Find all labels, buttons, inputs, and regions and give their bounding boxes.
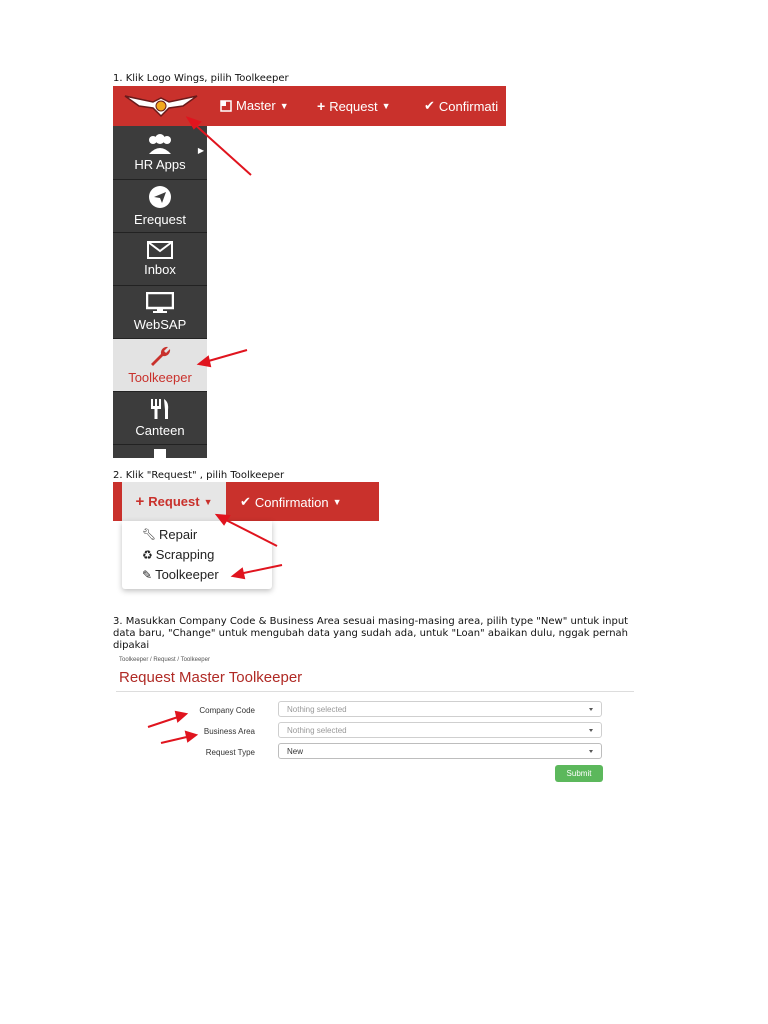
sidebar-label: Inbox bbox=[144, 262, 176, 277]
menu-item-repair[interactable]: 🔧︎ Repair bbox=[142, 527, 197, 542]
caret-down-icon: ▼ bbox=[381, 101, 391, 111]
wrench-icon bbox=[151, 346, 171, 366]
sidebar-label: WebSAP bbox=[133, 317, 187, 332]
caret-down-icon: ▼ bbox=[332, 497, 342, 507]
nav-request-label: Request bbox=[148, 494, 200, 509]
step-3-text-line-2: data baru, "Change" untuk mengubah data … bbox=[113, 628, 629, 639]
company-code-select[interactable]: Nothing selected bbox=[278, 701, 602, 717]
caret-down-icon bbox=[589, 729, 593, 732]
sidebar-item-hr-apps[interactable]: HR Apps ▶ bbox=[113, 126, 207, 180]
page-title: Request Master Toolkeeper bbox=[119, 669, 303, 686]
check-icon: ✔ bbox=[240, 494, 251, 509]
step-3-text-line-1: 3. Masukkan Company Code & Business Area… bbox=[113, 616, 629, 627]
arrow-to-company-code bbox=[147, 715, 182, 728]
breadcrumb: Toolkeeper / Request / Toolkeeper bbox=[119, 657, 210, 663]
sidebar-label: Toolkeeper bbox=[128, 370, 192, 385]
edit-icon: ✎ bbox=[142, 567, 153, 582]
sidebar-label: Canteen bbox=[135, 423, 185, 438]
request-type-label: Request Type bbox=[205, 748, 255, 757]
users-icon bbox=[149, 133, 171, 154]
nav-master[interactable]: Master ▼ bbox=[220, 98, 289, 113]
nav-request-open[interactable]: + Request ▼ bbox=[122, 482, 226, 521]
caret-down-icon: ▼ bbox=[203, 496, 213, 507]
recycle-icon: ♻ bbox=[142, 547, 153, 562]
arrow-to-business-area bbox=[160, 735, 192, 744]
plus-icon: + bbox=[135, 493, 145, 510]
nav-confirmation-label: Confirmati bbox=[438, 98, 499, 114]
caret-down-icon bbox=[589, 750, 593, 753]
submit-button[interactable]: Submit bbox=[555, 765, 603, 782]
cutlery-icon bbox=[151, 399, 169, 419]
title-divider bbox=[116, 691, 634, 692]
sidebar-item-websap[interactable]: WebSAP bbox=[113, 286, 207, 339]
wings-logo[interactable] bbox=[123, 92, 199, 120]
grid-icon bbox=[220, 99, 232, 112]
business-area-label: Business Area bbox=[203, 727, 255, 736]
menu-item-toolkeeper[interactable]: ✎ Toolkeeper bbox=[142, 567, 219, 582]
nav-master-label: Master bbox=[236, 98, 276, 113]
sidebar-label: HR Apps bbox=[134, 156, 186, 172]
nav-confirmation[interactable]: ✔ Confirmation ▼ bbox=[240, 494, 342, 510]
wrench-icon: 🔧︎ bbox=[142, 529, 156, 541]
caret-down-icon bbox=[589, 708, 593, 711]
sidebar-label: Erequest bbox=[133, 212, 187, 227]
step-2-text: 2. Klik "Request" , pilih Toolkeeper bbox=[113, 470, 285, 481]
envelope-icon bbox=[147, 241, 173, 259]
top-navbar: Master ▼ + Request ▼ ✔ Confirmati bbox=[113, 86, 506, 126]
plus-icon: + bbox=[317, 98, 326, 114]
monitor-icon bbox=[146, 292, 174, 313]
sidebar-item-inbox[interactable]: Inbox bbox=[113, 233, 207, 286]
check-icon: ✔ bbox=[424, 98, 435, 113]
request-type-select[interactable]: New bbox=[278, 743, 602, 759]
sidebar-item-canteen[interactable]: Canteen bbox=[113, 392, 207, 445]
nav-request[interactable]: + Request ▼ bbox=[317, 98, 391, 114]
nav-confirmation-label: Confirmation bbox=[254, 494, 329, 510]
send-icon bbox=[149, 186, 171, 208]
caret-down-icon: ▼ bbox=[279, 100, 289, 111]
caret-right-icon: ▶ bbox=[197, 146, 204, 155]
step-3-text-line-3: dipakai bbox=[113, 640, 150, 651]
company-code-label: Company Code bbox=[199, 706, 255, 715]
menu-item-scrapping[interactable]: ♻ Scrapping bbox=[142, 547, 214, 562]
sidebar-item-toolkeeper[interactable]: Toolkeeper bbox=[113, 339, 207, 392]
nav-request-label: Request bbox=[329, 98, 378, 114]
arrow-to-toolkeeper-sidebar bbox=[204, 349, 248, 363]
nav-confirmation[interactable]: ✔ Confirmati bbox=[424, 98, 498, 114]
step-1-text: 1. Klik Logo Wings, pilih Toolkeeper bbox=[113, 73, 289, 84]
sidebar-overflow bbox=[113, 445, 207, 458]
sidebar-item-erequest[interactable]: Erequest bbox=[113, 180, 207, 233]
business-area-select[interactable]: Nothing selected bbox=[278, 722, 602, 738]
